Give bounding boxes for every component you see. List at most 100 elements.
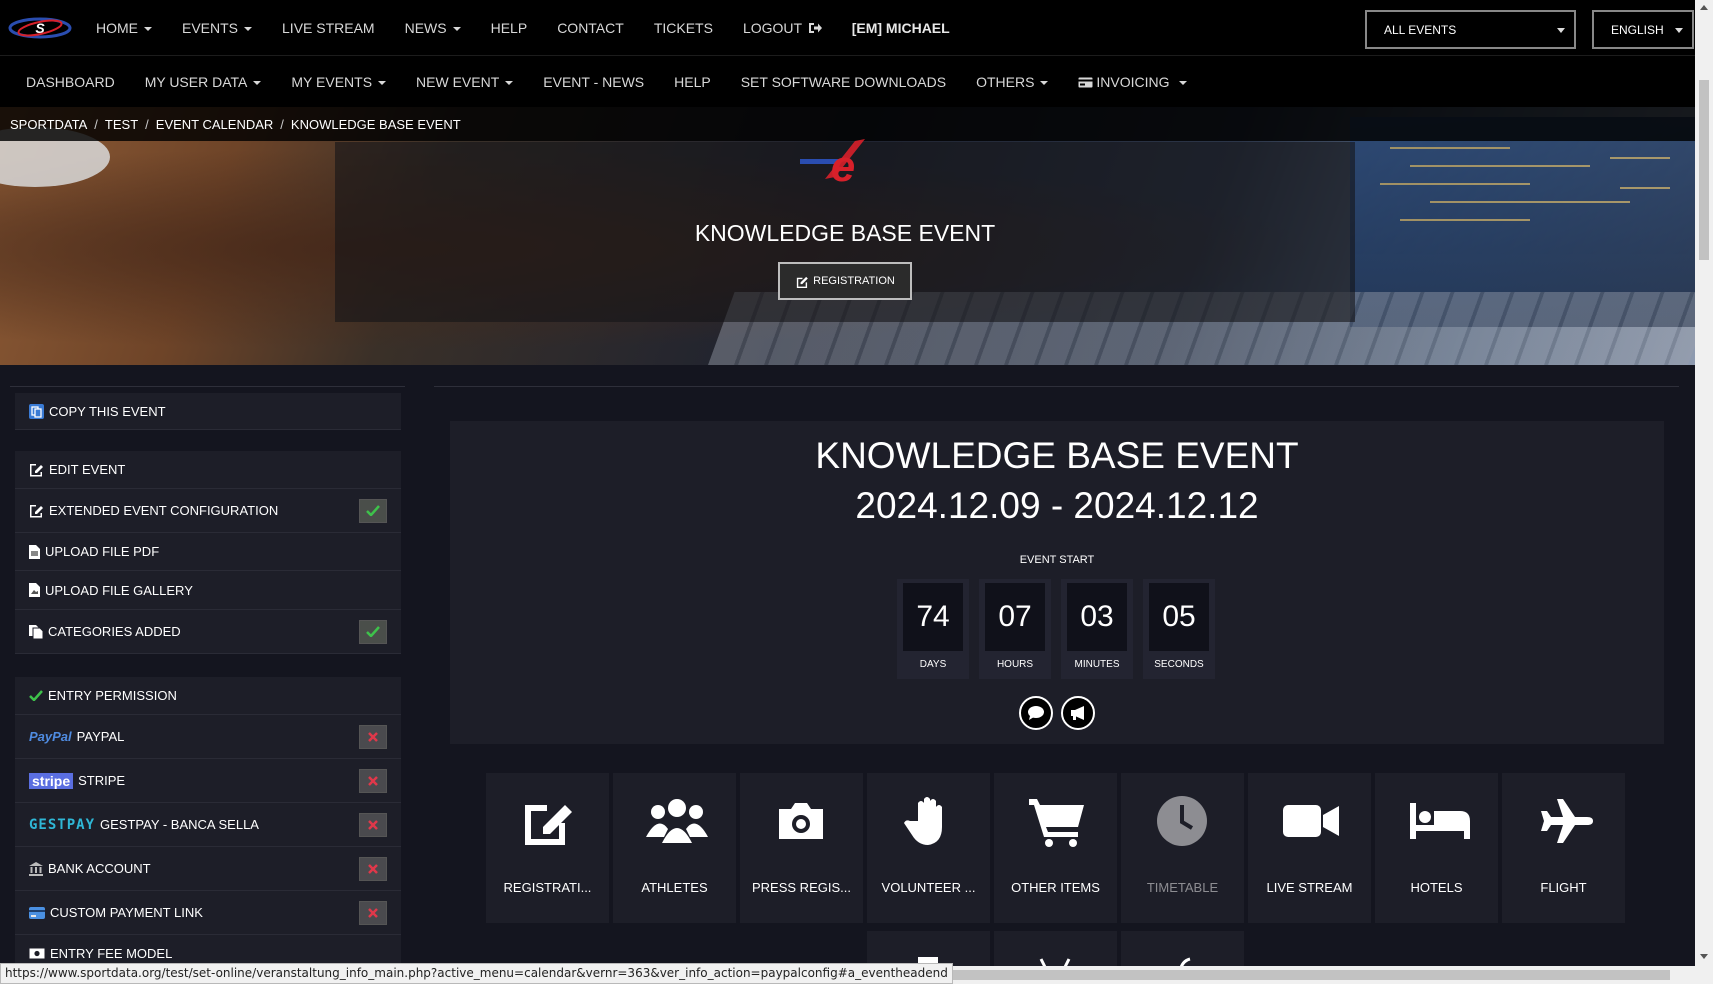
subnav-event-news[interactable]: EVENT - NEWS bbox=[543, 74, 644, 90]
countdown-unit: MINUTES bbox=[1074, 659, 1120, 670]
nav-news[interactable]: NEWS bbox=[405, 20, 461, 36]
vertical-scrollbar[interactable] bbox=[1695, 0, 1713, 984]
breadcrumb-separator: / bbox=[280, 116, 284, 132]
breadcrumb-event-calendar[interactable]: EVENT CALENDAR bbox=[156, 117, 274, 132]
tile-live-stream[interactable]: LIVE STREAM bbox=[1248, 773, 1371, 923]
close-icon bbox=[368, 907, 378, 918]
sidebar-item-extended-config[interactable]: EXTENDED EVENT CONFIGURATION bbox=[15, 489, 401, 533]
credit-card-icon bbox=[29, 906, 45, 919]
subnav-invoicing[interactable]: INVOICING bbox=[1078, 74, 1187, 90]
gestpay-logo: GESTPAY bbox=[29, 816, 96, 833]
nav-help[interactable]: HELP bbox=[491, 20, 528, 36]
scrollbar-thumb[interactable] bbox=[1699, 80, 1709, 260]
sidebar-item-stripe[interactable]: stripe STRIPE bbox=[15, 759, 401, 803]
chat-button[interactable] bbox=[1019, 696, 1053, 730]
edit-icon bbox=[30, 504, 43, 517]
nav-home[interactable]: HOME bbox=[96, 20, 152, 36]
event-select[interactable]: ALL EVENTS bbox=[1365, 10, 1576, 49]
sidebar-item-bank-account[interactable]: BANK ACCOUNT bbox=[15, 847, 401, 891]
tile-label: REGISTRATI... bbox=[503, 880, 592, 895]
sidebar-item-entry-permission[interactable]: ENTRY PERMISSION bbox=[15, 677, 401, 715]
svg-text:e: e bbox=[831, 142, 855, 187]
subnav-others[interactable]: OTHERS bbox=[976, 74, 1048, 90]
subnav-dashboard[interactable]: DASHBOARD bbox=[26, 74, 115, 90]
status-error-badge bbox=[359, 856, 387, 881]
event-info-card: KNOWLEDGE BASE EVENT 2024.12.09 - 2024.1… bbox=[450, 421, 1664, 744]
subnav-set-software-downloads[interactable]: SET SOFTWARE DOWNLOADS bbox=[741, 74, 946, 90]
tile-partial[interactable] bbox=[994, 931, 1117, 972]
clock-icon bbox=[1157, 796, 1207, 846]
breadcrumb-test[interactable]: TEST bbox=[105, 117, 138, 132]
edit-icon bbox=[796, 276, 808, 288]
sidebar-item-label: CATEGORIES ADDED bbox=[48, 624, 181, 639]
nav-contact[interactable]: CONTACT bbox=[557, 20, 624, 36]
sportdata-logo[interactable]: S bbox=[8, 13, 72, 43]
chevron-down-icon bbox=[1557, 28, 1565, 33]
announcement-button[interactable] bbox=[1061, 696, 1095, 730]
nav-events[interactable]: EVENTS bbox=[182, 20, 252, 36]
check-icon bbox=[366, 626, 380, 637]
page: S HOME EVENTS LIVE STREAM NEWS HELP CONT… bbox=[0, 0, 1713, 984]
tile-partial[interactable] bbox=[1121, 931, 1244, 972]
subnav-my-user-data[interactable]: MY USER DATA bbox=[145, 74, 262, 90]
sidebar-item-categories-added[interactable]: CATEGORIES ADDED bbox=[15, 610, 401, 654]
countdown-value: 74 bbox=[903, 583, 963, 651]
credit-card-icon bbox=[1078, 77, 1093, 87]
breadcrumb-separator: / bbox=[94, 116, 98, 132]
content-divider bbox=[434, 386, 1679, 387]
users-icon bbox=[646, 799, 708, 843]
sidebar-item-upload-gallery[interactable]: UPLOAD FILE GALLERY bbox=[15, 571, 401, 610]
nav-live-stream[interactable]: LIVE STREAM bbox=[282, 20, 375, 36]
comment-icon bbox=[1028, 706, 1044, 720]
sidebar-item-edit-event[interactable]: EDIT EVENT bbox=[15, 451, 401, 489]
registration-button-label: REGISTRATION bbox=[813, 275, 895, 287]
tile-press-registration[interactable]: PRESS REGIS... bbox=[740, 773, 863, 923]
copy-icon bbox=[29, 403, 44, 419]
tile-flight[interactable]: FLIGHT bbox=[1502, 773, 1625, 923]
breadcrumb-sportdata[interactable]: SPORTDATA bbox=[10, 117, 87, 132]
breadcrumb-separator: / bbox=[145, 116, 149, 132]
tile-timetable: TIMETABLE bbox=[1121, 773, 1244, 923]
svg-text:S: S bbox=[35, 20, 45, 36]
subnav-help[interactable]: HELP bbox=[674, 74, 711, 90]
breadcrumb-current: KNOWLEDGE BASE EVENT bbox=[290, 116, 461, 132]
tile-registration[interactable]: REGISTRATI... bbox=[486, 773, 609, 923]
sidebar-item-upload-pdf[interactable]: UPLOAD FILE PDF bbox=[15, 533, 401, 571]
sidebar-item-paypal[interactable]: PayPal PAYPAL bbox=[15, 715, 401, 759]
sidebar-item-gestpay[interactable]: GESTPAY GESTPAY - BANCA SELLA bbox=[15, 803, 401, 847]
nav-tickets[interactable]: TICKETS bbox=[654, 20, 713, 36]
tile-label: PRESS REGIS... bbox=[752, 880, 851, 895]
sidebar-item-label: BANK ACCOUNT bbox=[48, 861, 151, 876]
nav-logout[interactable]: LOGOUT bbox=[743, 20, 822, 36]
sidebar-item-label: UPLOAD FILE PDF bbox=[45, 544, 160, 559]
language-select[interactable]: ENGLISH bbox=[1592, 10, 1694, 49]
sidebar-item-custom-payment-link[interactable]: CUSTOM PAYMENT LINK bbox=[15, 891, 401, 935]
tile-other-items[interactable]: OTHER ITEMS bbox=[994, 773, 1117, 923]
subnav-new-event[interactable]: NEW EVENT bbox=[416, 74, 513, 90]
money-icon bbox=[29, 948, 45, 959]
scroll-up-icon[interactable] bbox=[1700, 5, 1708, 10]
sidebar-item-label: UPLOAD FILE GALLERY bbox=[45, 582, 193, 598]
tile-hotels[interactable]: HOTELS bbox=[1375, 773, 1498, 923]
sidebar-item-label: EDIT EVENT bbox=[49, 462, 126, 477]
subnav-my-events[interactable]: MY EVENTS bbox=[291, 74, 386, 90]
user-name[interactable]: [EM] MICHAEL bbox=[852, 20, 950, 36]
plane-icon bbox=[1541, 799, 1593, 843]
sidebar-item-label: PAYPAL bbox=[76, 729, 125, 744]
sidebar-item-copy-event[interactable]: COPY THIS EVENT bbox=[15, 393, 401, 430]
status-ok-badge bbox=[359, 619, 387, 644]
chevron-down-icon bbox=[1675, 28, 1683, 33]
countdown-value: 03 bbox=[1067, 583, 1127, 651]
status-ok-badge bbox=[359, 498, 387, 523]
registration-button[interactable]: REGISTRATION bbox=[778, 262, 912, 300]
sidebar-item-label: EXTENDED EVENT CONFIGURATION bbox=[49, 503, 279, 518]
tile-athletes[interactable]: ATHLETES bbox=[613, 773, 736, 923]
language-select-value: ENGLISH bbox=[1611, 22, 1664, 37]
scroll-down-icon[interactable] bbox=[1700, 954, 1708, 959]
sidebar-item-label: STRIPE bbox=[78, 773, 126, 788]
check-icon bbox=[366, 505, 380, 516]
files-icon bbox=[29, 624, 43, 639]
countdown-days: 74 DAYS bbox=[897, 579, 969, 679]
tile-volunteer[interactable]: VOLUNTEER ... bbox=[867, 773, 990, 923]
sidebar-divider bbox=[10, 386, 405, 387]
